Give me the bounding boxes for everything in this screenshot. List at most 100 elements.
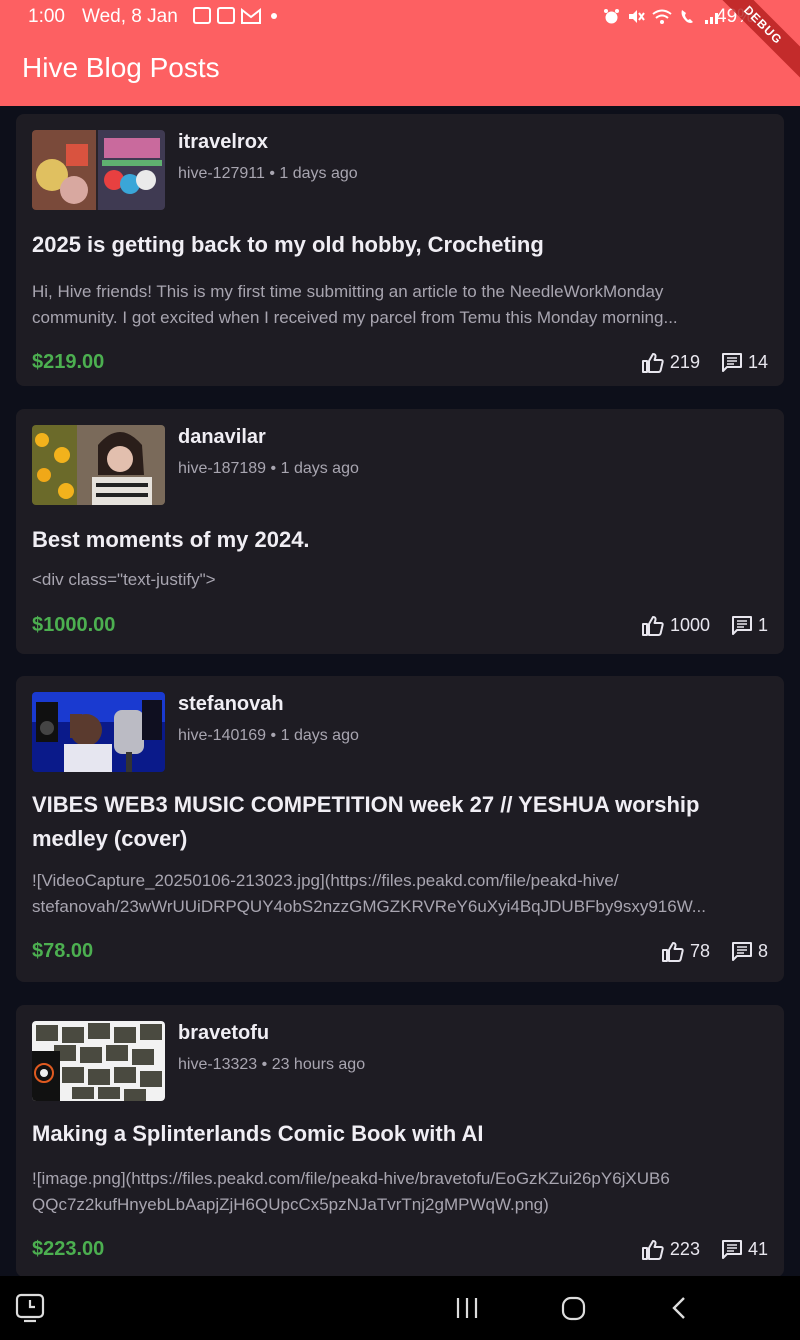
comment-count: 1 [757, 615, 768, 635]
post-card[interactable]: itravelrox hive-127911 • 1 days ago 2025… [16, 114, 784, 386]
thumbs-up-icon [641, 1239, 664, 1260]
post-thumbnail[interactable] [32, 1021, 165, 1101]
post-meta: hive-127911 • 1 days ago [178, 165, 358, 183]
post-excerpt-line: QQc7z2kufHnyebLbAapjZjH6QUpcCx5pzNJaTvrT… [32, 1195, 549, 1214]
thumbs-up-icon [641, 615, 664, 636]
vote-count: 223 [669, 1239, 700, 1259]
post-thumbnail[interactable] [32, 425, 165, 505]
post-payout: $78.00 [32, 940, 94, 962]
app-bar: 1:00 Wed, 8 Jan 49% Hive Blog Posts DEBU… [0, 0, 800, 106]
page-title: Hive Blog Posts [22, 52, 220, 83]
post-excerpt-line: ![VideoCapture_20250106-213023.jpg](http… [32, 871, 619, 890]
alarm-icon [604, 9, 619, 24]
post-meta: hive-187189 • 1 days ago [178, 460, 359, 478]
comment-count: 41 [747, 1239, 768, 1259]
post-excerpt-line: Hi, Hive friends! This is my first time … [32, 282, 664, 301]
vote-stat[interactable]: 219 [641, 352, 700, 373]
image-notification-icon [217, 7, 235, 24]
post-payout: $223.00 [32, 1238, 105, 1260]
notification-icons [193, 7, 277, 24]
post-stats: 223 41 [641, 1239, 768, 1260]
comment-stat[interactable]: 8 [731, 941, 768, 962]
screen-time-icon[interactable] [15, 1292, 47, 1324]
comment-icon [721, 1239, 742, 1259]
post-payout: $1000.00 [32, 614, 116, 636]
post-title[interactable]: 2025 is getting back to my old hobby, Cr… [32, 228, 768, 262]
status-date: Wed, 8 Jan [82, 6, 178, 27]
post-feed[interactable]: itravelrox hive-127911 • 1 days ago 2025… [16, 106, 784, 1276]
home-icon[interactable] [560, 1292, 588, 1324]
comment-icon [721, 352, 742, 372]
post-meta: hive-13323 • 23 hours ago [178, 1056, 365, 1074]
comment-count: 8 [757, 941, 768, 961]
meta-separator: • [270, 460, 277, 477]
post-excerpt[interactable]: <div class="text-justify"> [32, 567, 768, 593]
comment-icon [731, 615, 752, 635]
post-excerpt[interactable]: ![VideoCapture_20250106-213023.jpg](http… [32, 868, 768, 920]
post-stats: 78 8 [661, 941, 768, 962]
comment-stat[interactable]: 41 [721, 1239, 768, 1260]
thumbs-up-icon [641, 352, 664, 373]
post-community[interactable]: hive-187189 [178, 460, 266, 477]
post-title[interactable]: Making a Splinterlands Comic Book with A… [32, 1117, 768, 1151]
post-age: 1 days ago [280, 460, 359, 477]
meta-separator: • [269, 165, 275, 182]
system-navigation-bar [0, 1276, 800, 1340]
post-age: 1 days ago [279, 165, 358, 182]
post-thumbnail[interactable] [32, 130, 165, 210]
comment-stat[interactable]: 14 [721, 352, 768, 373]
vote-stat[interactable]: 223 [641, 1239, 700, 1260]
post-card[interactable]: bravetofu hive-13323 • 23 hours ago Maki… [16, 1005, 784, 1276]
music-studio-photo-icon [32, 692, 165, 772]
comment-icon [731, 941, 752, 961]
post-title[interactable]: VIBES WEB3 MUSIC COMPETITION week 27 // … [32, 788, 768, 856]
post-excerpt-line: <div class="text-justify"> [32, 570, 216, 589]
post-excerpt[interactable]: ![image.png](https://files.peakd.com/fil… [32, 1166, 768, 1218]
status-bar: 1:00 Wed, 8 Jan 49% [0, 0, 800, 34]
post-payout: $219.00 [32, 351, 105, 373]
meta-separator: • [261, 1056, 268, 1073]
post-author[interactable]: danavilar [178, 426, 266, 449]
comic-book-pages-photo-icon [32, 1021, 165, 1101]
post-card[interactable]: danavilar hive-187189 • 1 days ago Best … [16, 409, 784, 654]
meta-separator: • [270, 727, 277, 744]
vote-count: 219 [669, 352, 700, 372]
vote-stat[interactable]: 1000 [641, 615, 710, 636]
back-icon[interactable] [668, 1292, 692, 1324]
crochet-yarn-photo-icon [32, 130, 165, 210]
wifi-icon [652, 9, 672, 24]
portrait-with-flowers-photo-icon [32, 425, 165, 505]
post-age: 23 hours ago [271, 1056, 366, 1073]
recents-icon[interactable] [455, 1292, 479, 1324]
post-author[interactable]: bravetofu [178, 1022, 269, 1045]
post-community[interactable]: hive-140169 [178, 727, 266, 744]
post-stats: 219 14 [641, 352, 768, 373]
post-excerpt-line: ![image.png](https://files.peakd.com/fil… [32, 1169, 670, 1188]
post-title[interactable]: Best moments of my 2024. [32, 523, 768, 557]
post-stats: 1000 1 [641, 615, 768, 636]
post-thumbnail[interactable] [32, 692, 165, 772]
post-excerpt[interactable]: Hi, Hive friends! This is my first time … [32, 279, 768, 331]
status-time: 1:00 [28, 6, 65, 27]
comment-count: 14 [747, 352, 768, 372]
post-card[interactable]: stefanovah hive-140169 • 1 days ago VIBE… [16, 676, 784, 982]
vote-count: 78 [689, 941, 710, 961]
system-status-icons [603, 8, 722, 25]
post-community[interactable]: hive-13323 [178, 1056, 257, 1073]
more-notifications-dot-icon [271, 12, 277, 19]
gallery-notification-icon [193, 7, 211, 24]
post-author[interactable]: itravelrox [178, 131, 268, 154]
post-excerpt-line: stefanovah/23wWrUUiDRPQUY4obS2nzzGMGZKRV… [32, 897, 706, 916]
vote-stat[interactable]: 78 [661, 941, 710, 962]
gmail-notification-icon [241, 7, 261, 24]
wifi-calling-icon [681, 10, 693, 23]
thumbs-up-icon [661, 941, 684, 962]
post-age: 1 days ago [280, 727, 359, 744]
post-meta: hive-140169 • 1 days ago [178, 727, 359, 745]
post-community[interactable]: hive-127911 [178, 165, 265, 182]
post-excerpt-line: community. I got excited when I received… [32, 308, 678, 327]
post-author[interactable]: stefanovah [178, 693, 284, 716]
vote-count: 1000 [669, 615, 710, 635]
comment-stat[interactable]: 1 [731, 615, 768, 636]
mute-icon [629, 10, 645, 23]
